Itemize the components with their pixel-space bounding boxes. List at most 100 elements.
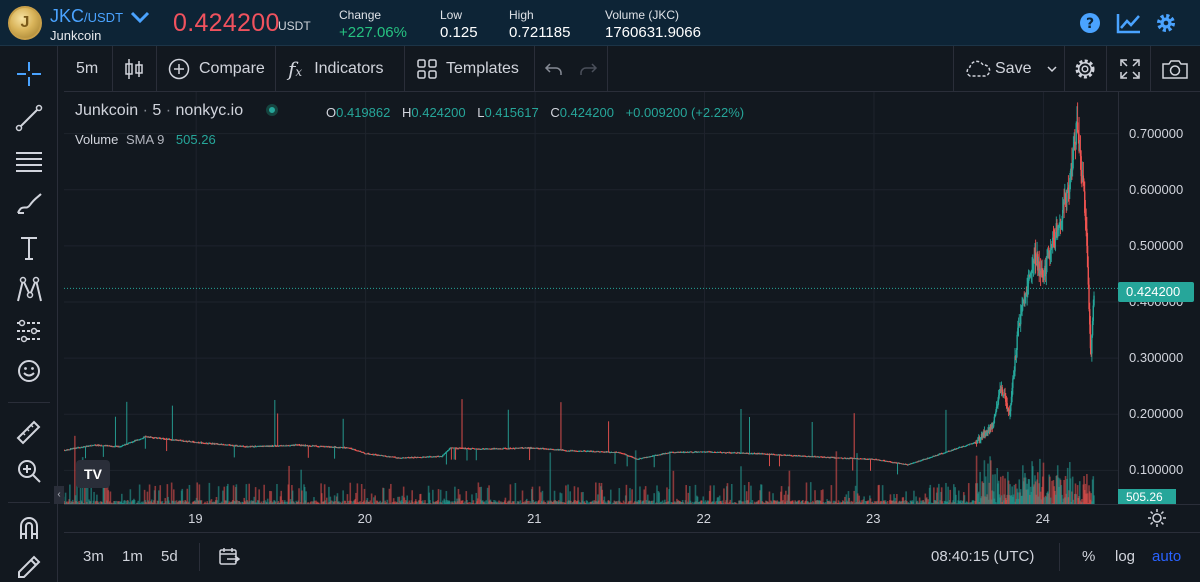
- crosshair-icon: [17, 62, 41, 86]
- volume-bar: [994, 474, 996, 504]
- volume-bar: [305, 491, 307, 504]
- fullscreen-button[interactable]: [1119, 46, 1141, 92]
- save-button[interactable]: Save: [963, 46, 1057, 92]
- volume-bar: [477, 482, 480, 504]
- volume-bar: [349, 482, 352, 504]
- volume-bar: [541, 490, 544, 504]
- range-3m-button[interactable]: 3m: [83, 548, 104, 565]
- volume-bar: [713, 485, 715, 504]
- volume-bar: [987, 463, 989, 504]
- volume-bar: [750, 485, 752, 504]
- price-tick-label: 0.100000: [1129, 462, 1184, 478]
- candle-body: [1092, 305, 1094, 322]
- chevron-down-icon[interactable]: [129, 9, 151, 25]
- zoom-tool[interactable]: [14, 456, 44, 486]
- compare-button[interactable]: Compare: [168, 46, 265, 92]
- axis-settings-icon[interactable]: [1147, 508, 1167, 528]
- volume-bar: [254, 487, 257, 504]
- toolbar-divider: [112, 46, 113, 92]
- volume-bar: [509, 484, 512, 504]
- volume-bar: [743, 485, 746, 504]
- volume-bar: [723, 488, 725, 504]
- stat-low: Low 0.125: [440, 8, 478, 41]
- percent-toggle[interactable]: %: [1082, 548, 1095, 565]
- volume-bar: [595, 482, 597, 504]
- fib-tool[interactable]: [14, 146, 44, 176]
- measure-tool[interactable]: [14, 416, 44, 446]
- magnet-icon: [20, 517, 38, 539]
- volume-bar: [925, 497, 928, 504]
- volume-bar: [929, 484, 932, 504]
- collapse-toolbar-button[interactable]: ‹: [54, 486, 64, 504]
- forecast-tool[interactable]: [14, 317, 44, 347]
- toolbar-divider: [607, 46, 608, 92]
- goto-date-icon[interactable]: [218, 546, 240, 566]
- range-5d-button[interactable]: 5d: [161, 548, 178, 565]
- volume-bar: [227, 483, 229, 504]
- fullscreen-icon: [1120, 59, 1140, 79]
- volume-bar: [945, 482, 947, 504]
- candle-body: [993, 416, 996, 424]
- log-toggle[interactable]: log: [1115, 548, 1135, 565]
- utc-clock[interactable]: 08:40:15 (UTC): [931, 548, 1034, 565]
- last-price: 0.424200: [173, 9, 280, 37]
- brush-tool[interactable]: [14, 189, 44, 219]
- volume-legend[interactable]: Volume SMA 9 505.26: [75, 132, 216, 147]
- stat-high: High 0.721185: [509, 8, 570, 41]
- toolbar-divider: [1150, 46, 1151, 92]
- chart-pane[interactable]: [64, 92, 1118, 504]
- trend-line-tool[interactable]: [14, 103, 44, 133]
- chart-icon[interactable]: [1116, 12, 1142, 34]
- candle-body: [1043, 275, 1045, 281]
- volume-bar: [270, 491, 273, 504]
- volume-bar: [822, 489, 824, 504]
- draw-mode-tool[interactable]: [14, 552, 44, 582]
- volume-bar: [820, 490, 823, 504]
- redo-button[interactable]: [578, 46, 598, 92]
- tradingview-logo-icon[interactable]: TV: [76, 460, 110, 488]
- auto-toggle[interactable]: auto: [1152, 548, 1181, 565]
- volume-legend-label: Volume: [75, 132, 119, 147]
- pair-selector[interactable]: JKC/USDT: [50, 6, 123, 27]
- ohlc-low: 0.415617: [484, 105, 539, 120]
- volume-bar: [69, 484, 71, 504]
- chart-toolbar: 5m Compare fx Indicators Templates Save: [64, 46, 1200, 92]
- time-axis[interactable]: 19 20 21 22 23 24: [64, 504, 1200, 532]
- last-price-unit: USDT: [278, 19, 311, 33]
- range-1m-button[interactable]: 1m: [122, 548, 143, 565]
- volume-bar: [565, 485, 567, 504]
- chart-type-button[interactable]: [124, 46, 144, 92]
- icons-tool[interactable]: [14, 356, 44, 386]
- toolbar-divider: [156, 46, 157, 92]
- indicators-button[interactable]: fx Indicators: [288, 46, 384, 92]
- volume-bar: [388, 488, 391, 504]
- snapshot-button[interactable]: [1161, 46, 1189, 92]
- legend-exchange: nonkyc.io: [175, 102, 244, 119]
- forecast-icon: [17, 319, 41, 343]
- volume-bar: [625, 484, 628, 504]
- volume-bar: [1043, 497, 1045, 504]
- symbol-legend[interactable]: Junkcoin · 5 · nonkyc.io: [75, 102, 278, 120]
- crosshair-tool[interactable]: [14, 59, 44, 89]
- volume-bar: [748, 482, 750, 504]
- settings-icon[interactable]: [1155, 12, 1177, 34]
- text-icon: [21, 237, 37, 260]
- pattern-tool[interactable]: [14, 275, 44, 305]
- help-icon[interactable]: ?: [1079, 12, 1101, 34]
- undo-button[interactable]: [544, 46, 564, 92]
- volume-bar: [159, 485, 162, 504]
- volume-bar: [390, 483, 392, 504]
- interval-button[interactable]: 5m: [76, 46, 98, 92]
- candle-body: [966, 445, 969, 446]
- volume-bar: [356, 483, 359, 504]
- volume-bar: [459, 494, 461, 504]
- time-tick-label: 19: [188, 511, 203, 526]
- zoom-in-icon: [18, 460, 41, 483]
- volume-bar: [936, 487, 939, 504]
- templates-button[interactable]: Templates: [416, 46, 519, 92]
- ohlc-high: 0.424200: [411, 105, 466, 120]
- text-tool[interactable]: [14, 233, 44, 263]
- chart-settings-button[interactable]: [1073, 46, 1097, 92]
- candle-body: [1057, 227, 1060, 231]
- magnet-tool[interactable]: [14, 512, 44, 542]
